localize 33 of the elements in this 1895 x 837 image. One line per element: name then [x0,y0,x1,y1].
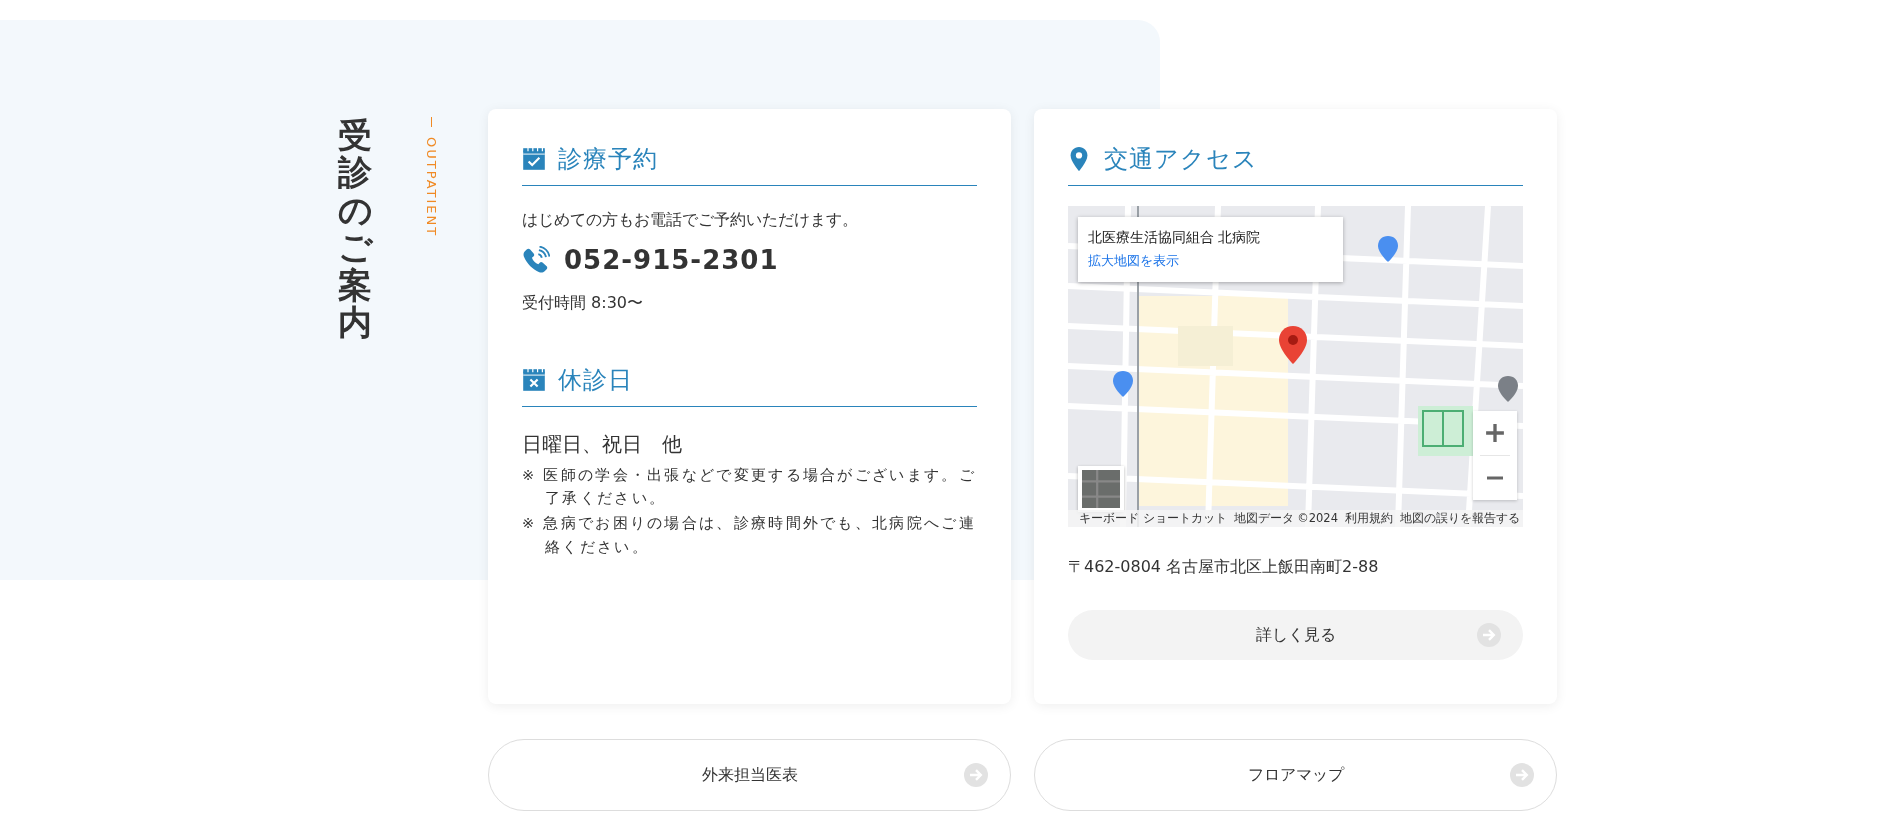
arrow-right-icon [1510,763,1534,787]
zoom-in-button[interactable] [1473,411,1517,455]
plus-icon [1485,423,1505,443]
phone-icon [522,246,550,274]
reception-hours: 受付時間 8:30〜 [522,293,644,314]
card-heading: 交通アクセス [1104,144,1258,175]
minus-icon [1485,476,1505,480]
place-name: 北医療生活協同組合 北病院 [1088,229,1262,247]
satellite-toggle[interactable] [1078,466,1124,512]
link-button[interactable]: 外来担当医表 [488,739,1011,811]
larger-map-link[interactable]: 拡大地図を表示 [1088,253,1179,270]
location-pin-icon [1070,147,1088,171]
attribution-link[interactable]: キーボード ショートカット [1078,511,1227,526]
satellite-thumbnail-icon [1082,470,1120,508]
attribution-link[interactable]: 地図データ ©2024 [1233,511,1338,526]
address-text: 〒462-0804 名古屋市北区上飯田南町2-88 [1068,557,1380,578]
intro-text: はじめての方もお電話でご予約いただけます。 [522,210,859,231]
card-heading: 診療予約 [558,144,658,175]
attribution-link[interactable]: 利用規約 [1345,511,1393,526]
details-button[interactable]: 詳しく見る [1068,610,1523,660]
calendar-check-icon [522,147,546,171]
card-heading: 休診日 [558,365,633,396]
calendar-x-icon [522,368,546,392]
section-subtitle: OUTPATIENT [424,137,439,238]
note-text: ※ 医師の学会・出張などで変更する場合がございます。ご了承ください。 [522,466,977,509]
attribution-link[interactable]: 地図の誤りを報告する [1400,511,1520,526]
closed-days-text: 日曜日、祝日 他 [522,431,683,458]
section-title: 受診のご案内 [338,117,372,342]
arrow-right-icon [1477,623,1501,647]
link-button[interactable]: フロアマップ [1034,739,1557,811]
note-text: ※ 急病でお困りの場合は、診療時間外でも、北病院へご連絡ください。 [522,514,977,557]
arrow-right-icon [964,763,988,787]
phone-number: 052-915-2301 [564,245,779,275]
